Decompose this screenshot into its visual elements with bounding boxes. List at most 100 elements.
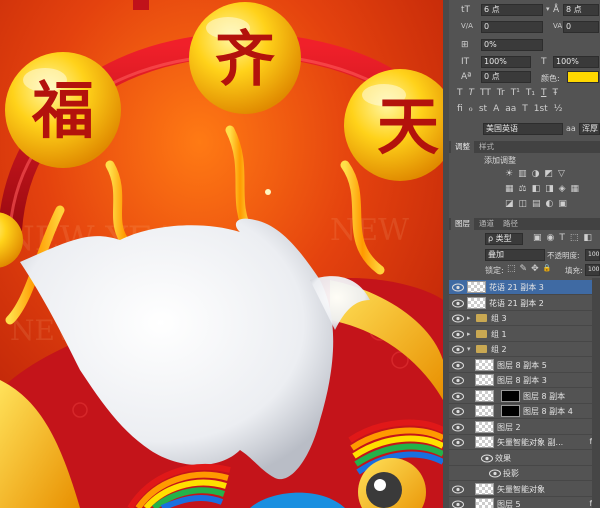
layer-row[interactable]: 图层 8 副本 4 bbox=[449, 404, 600, 419]
layer-name[interactable]: 矢量智能对象 副... bbox=[497, 437, 563, 448]
vertical-scale-field[interactable]: 100% bbox=[481, 56, 531, 68]
lock-position-icon[interactable]: ✥ bbox=[531, 264, 539, 274]
strikethrough-button[interactable]: Ŧ bbox=[552, 88, 558, 100]
tab-layers[interactable]: 图层 bbox=[451, 218, 474, 230]
visibility-eye-icon[interactable] bbox=[452, 423, 464, 432]
channel-mixer-icon[interactable]: ◈ bbox=[559, 184, 566, 194]
layer-row[interactable]: 图层 2 bbox=[449, 420, 600, 435]
layer-row[interactable]: 图层 8 副本 3 bbox=[449, 373, 600, 388]
underline-button[interactable]: T bbox=[541, 88, 547, 100]
exposure-icon[interactable]: ◩ bbox=[544, 169, 553, 179]
tab-channels[interactable]: 通道 bbox=[475, 218, 498, 230]
ligature-button[interactable]: fi bbox=[457, 104, 463, 116]
visibility-eye-icon[interactable] bbox=[452, 314, 464, 323]
lock-pixels-icon[interactable]: ✎ bbox=[520, 264, 528, 274]
visibility-eye-icon[interactable] bbox=[452, 376, 464, 385]
visibility-eye-icon[interactable] bbox=[452, 485, 464, 494]
horizontal-scale-field[interactable]: 100% bbox=[553, 56, 599, 68]
chevron-down-icon[interactable]: ▾ bbox=[546, 5, 550, 13]
lock-all-icon[interactable]: 🔒 bbox=[543, 264, 552, 274]
layer-name[interactable]: 组 3 bbox=[491, 313, 507, 324]
layer-thumbnail[interactable] bbox=[475, 374, 494, 386]
layer-thumbnail[interactable] bbox=[475, 498, 494, 508]
leading-field[interactable]: 8 点 bbox=[563, 4, 599, 16]
chevron-right-icon[interactable]: ▸ bbox=[467, 330, 471, 338]
faux-bold-button[interactable]: T bbox=[457, 88, 463, 100]
kerning-field[interactable]: 0 bbox=[481, 21, 543, 33]
layer-name[interactable]: 组 2 bbox=[491, 344, 507, 355]
tab-styles[interactable]: 样式 bbox=[475, 141, 498, 153]
curves-icon[interactable]: ◑ bbox=[532, 169, 540, 179]
baseline-field[interactable]: 0 点 bbox=[481, 71, 531, 83]
font-size-field[interactable]: 6 点 bbox=[481, 4, 543, 16]
fraction-button[interactable]: ½ bbox=[554, 104, 563, 116]
titling-button[interactable]: T bbox=[522, 104, 528, 116]
fill-field[interactable]: 100% bbox=[585, 264, 600, 276]
layer-row[interactable]: 效果 bbox=[449, 451, 600, 466]
layer-name[interactable]: 图层 8 副本 5 bbox=[497, 360, 547, 371]
antialias-select[interactable]: 浑厚 bbox=[579, 123, 600, 135]
layer-thumbnail[interactable] bbox=[475, 420, 494, 433]
type-filter-icon[interactable]: T bbox=[559, 233, 565, 243]
layer-name[interactable]: 矢量智能对象 bbox=[497, 484, 545, 495]
layer-row[interactable]: 矢量智能对象 副...fx bbox=[449, 435, 600, 450]
all-caps-button[interactable]: TT bbox=[480, 88, 491, 100]
layer-row[interactable]: 图层 8 副本 bbox=[449, 389, 600, 404]
tracking-percent-field[interactable]: 0% bbox=[481, 39, 543, 51]
photo-filter-icon[interactable]: ◨ bbox=[545, 184, 554, 194]
superscript-button[interactable]: T¹ bbox=[511, 88, 520, 100]
layer-name[interactable]: 花语 21 副本 3 bbox=[489, 282, 544, 293]
tab-paths[interactable]: 路径 bbox=[499, 218, 522, 230]
hue-saturation-icon[interactable]: ▦ bbox=[505, 184, 514, 194]
stylistic-button[interactable]: aa bbox=[505, 104, 516, 116]
smart-filter-icon[interactable]: ◧ bbox=[583, 233, 592, 243]
visibility-eye-icon[interactable] bbox=[452, 361, 464, 370]
ordinal-button[interactable]: 1st bbox=[534, 104, 548, 116]
layer-row[interactable]: ▸ 组 3 bbox=[449, 311, 600, 326]
shape-filter-icon[interactable]: ⬚ bbox=[570, 233, 579, 243]
layer-row[interactable]: ▸ 组 1 bbox=[449, 327, 600, 342]
levels-icon[interactable]: ▥ bbox=[518, 169, 527, 179]
visibility-eye-icon[interactable] bbox=[452, 283, 464, 292]
layer-row[interactable]: 图层 5fx bbox=[449, 497, 600, 508]
color-balance-icon[interactable]: ⚖ bbox=[519, 184, 527, 194]
tab-adjustments[interactable]: 调整 bbox=[451, 141, 474, 153]
small-caps-button[interactable]: Tr bbox=[497, 88, 505, 100]
layer-name[interactable]: 图层 5 bbox=[497, 499, 521, 508]
blend-mode-select[interactable]: 叠加 bbox=[485, 249, 545, 261]
lock-transparent-icon[interactable]: ⬚ bbox=[507, 264, 516, 274]
selective-color-icon[interactable]: ▣ bbox=[558, 199, 567, 209]
layer-thumbnail[interactable] bbox=[467, 281, 486, 293]
faux-italic-button[interactable]: T bbox=[469, 88, 475, 100]
pixel-filter-icon[interactable]: ▣ bbox=[533, 233, 542, 243]
layer-mask-thumbnail[interactable] bbox=[501, 405, 520, 417]
layer-thumbnail[interactable] bbox=[475, 405, 494, 417]
gradient-map-icon[interactable]: ◐ bbox=[546, 199, 554, 209]
tracking-field[interactable]: 0 bbox=[563, 21, 599, 33]
layer-name[interactable]: 图层 8 副本 bbox=[523, 391, 565, 402]
black-white-icon[interactable]: ◧ bbox=[532, 184, 541, 194]
swash-button[interactable]: A bbox=[493, 104, 499, 116]
discretionary-button[interactable]: st bbox=[479, 104, 487, 116]
layers-scrollbar[interactable] bbox=[592, 278, 600, 508]
visibility-eye-icon[interactable] bbox=[452, 392, 464, 401]
visibility-eye-icon[interactable] bbox=[452, 345, 464, 354]
visibility-eye-icon[interactable] bbox=[489, 469, 501, 478]
visibility-eye-icon[interactable] bbox=[481, 454, 493, 463]
brightness-icon[interactable]: ☀ bbox=[505, 169, 513, 179]
layer-mask-thumbnail[interactable] bbox=[501, 389, 520, 402]
layer-name[interactable]: 效果 bbox=[495, 453, 511, 464]
visibility-eye-icon[interactable] bbox=[452, 500, 464, 508]
subscript-button[interactable]: T₁ bbox=[526, 88, 535, 100]
layer-name[interactable]: 投影 bbox=[503, 468, 519, 479]
invert-icon[interactable]: ◪ bbox=[505, 199, 514, 209]
vibrance-icon[interactable]: ▽ bbox=[558, 169, 565, 179]
visibility-eye-icon[interactable] bbox=[452, 299, 464, 308]
layer-row[interactable]: 投影 bbox=[449, 466, 600, 481]
layer-thumbnail[interactable] bbox=[475, 389, 494, 402]
layer-row[interactable]: 矢量智能对象 bbox=[449, 482, 600, 497]
color-lookup-icon[interactable]: ▦ bbox=[571, 184, 580, 194]
chevron-right-icon[interactable]: ▸ bbox=[467, 314, 471, 322]
document-canvas[interactable]: NEW YEAR NEW YE NEW 福 齐 bbox=[0, 0, 443, 508]
layer-filter-select[interactable]: ρ 类型 bbox=[485, 233, 523, 245]
